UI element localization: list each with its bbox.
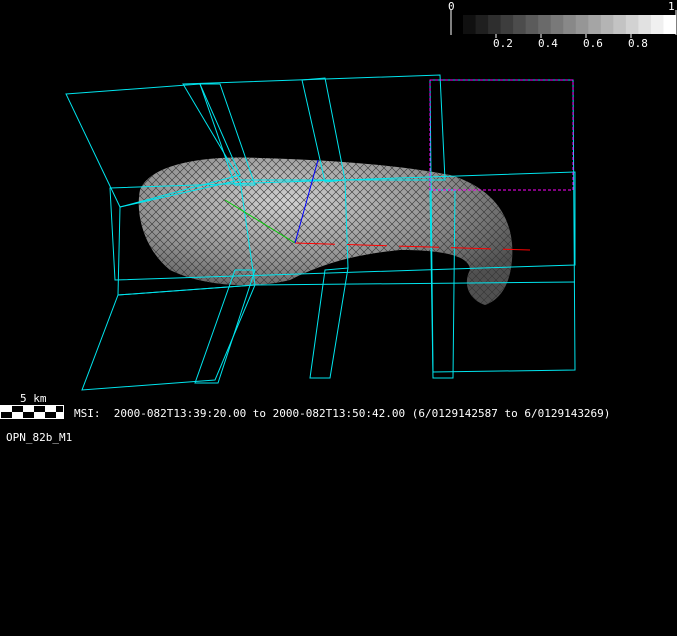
colorbar-step — [663, 15, 677, 34]
colorbar-tick-label: 0.6 — [583, 37, 603, 50]
colorbar-step — [588, 15, 602, 34]
colorbar-tick-label: 0.8 — [628, 37, 648, 50]
colorbar-max-label: 1 — [668, 0, 675, 13]
colorbar-step — [475, 15, 489, 34]
colorbar-step — [525, 15, 539, 34]
colorbar-tick-label: 0.2 — [493, 37, 513, 50]
selection-box[interactable] — [429, 79, 574, 191]
scale-bar-label: 5 km — [20, 392, 47, 405]
3d-scene[interactable] — [0, 0, 677, 636]
colorbar-step — [563, 15, 577, 34]
colorbar-step — [538, 15, 552, 34]
colorbar-step — [550, 15, 564, 34]
colorbar-step — [513, 15, 527, 34]
colorbar-tick-label: 0.4 — [538, 37, 558, 50]
colorbar-step — [600, 15, 614, 34]
colorbar-step — [650, 15, 664, 34]
model-name: OPN_82b_M1 — [6, 431, 73, 444]
colorbar-step — [463, 15, 477, 34]
colorbar-step — [500, 15, 514, 34]
colorbar-step — [613, 15, 627, 34]
colorbar-min-label: 0 — [448, 0, 455, 13]
scale-bar — [0, 405, 64, 419]
colorbar-step — [625, 15, 639, 34]
viewer-canvas[interactable]: 0 1 0.2 0.4 0.6 0.8 5 km MSI: 2000-082T1… — [0, 0, 677, 636]
colorbar-step — [575, 15, 589, 34]
colorbar-step — [488, 15, 502, 34]
colorbar-step — [638, 15, 652, 34]
colorbar — [450, 10, 677, 38]
observation-info: MSI: 2000-082T13:39:20.00 to 2000-082T13… — [74, 407, 611, 420]
